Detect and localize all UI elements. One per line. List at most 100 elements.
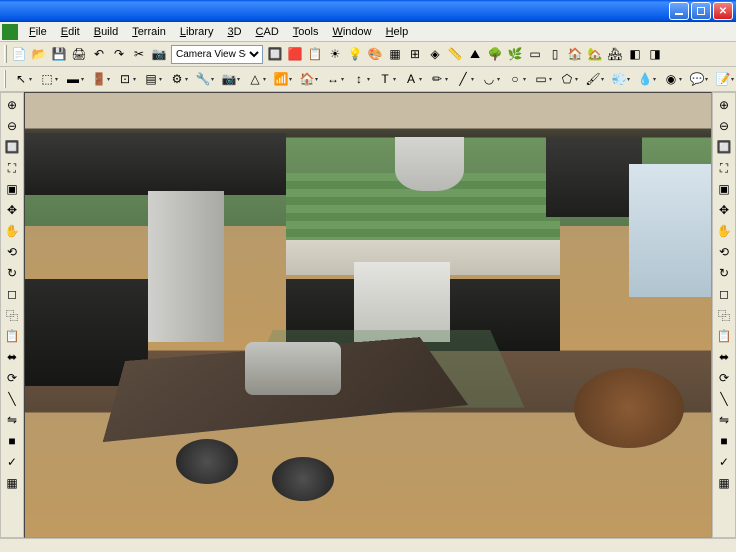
text-icon[interactable]: T <box>372 69 398 89</box>
menu-window[interactable]: Window <box>325 24 378 40</box>
copy2-icon[interactable]: ⿻ <box>714 305 734 325</box>
sun-icon[interactable]: ☀ <box>325 44 345 64</box>
house-icon[interactable]: 🏠 <box>565 44 585 64</box>
circle-icon[interactable]: ○ <box>502 69 528 89</box>
eyedrop-icon[interactable]: 💧 <box>632 69 658 89</box>
grid-icon[interactable]: ⊞ <box>405 44 425 64</box>
arc-icon[interactable]: ◡ <box>476 69 502 89</box>
fill-icon[interactable]: ▣ <box>2 179 22 199</box>
save-icon[interactable]: 💾 <box>49 44 69 64</box>
camera-icon[interactable]: 📷 <box>149 44 169 64</box>
new-file-icon[interactable]: 📄 <box>9 44 29 64</box>
house-icon[interactable]: 🏠 <box>294 69 320 89</box>
zoom-fit-icon[interactable]: ⛶ <box>714 158 734 178</box>
redo2-icon[interactable]: ↻ <box>2 263 22 283</box>
undo-icon[interactable]: ↶ <box>89 44 109 64</box>
apply-icon[interactable]: ✓ <box>714 452 734 472</box>
solid-fill-icon[interactable]: ■ <box>2 431 22 451</box>
door-icon[interactable]: 🚪 <box>86 69 112 89</box>
zoom-out-icon[interactable]: ⊖ <box>714 116 734 136</box>
menu-file[interactable]: File <box>22 24 54 40</box>
print-icon[interactable]: 🖨 <box>69 44 89 64</box>
view-front-icon[interactable]: ▭ <box>525 44 545 64</box>
zoom-window-icon[interactable]: 🔲 <box>2 137 22 157</box>
text2-icon[interactable]: A <box>398 69 424 89</box>
camera2-icon[interactable]: 📷 <box>216 69 242 89</box>
snap-icon[interactable]: ◈ <box>425 44 445 64</box>
dim-icon[interactable]: ↔ <box>320 69 346 89</box>
select-icon[interactable]: ⬚ <box>34 69 60 89</box>
pointer-icon[interactable]: ↖ <box>8 69 34 89</box>
open-file-icon[interactable]: 📂 <box>29 44 49 64</box>
fill-icon[interactable]: ▣ <box>714 179 734 199</box>
house3-icon[interactable]: 🏘 <box>605 44 625 64</box>
orbit-icon[interactable]: ⟲ <box>714 242 734 262</box>
picker-icon[interactable]: ◉ <box>658 69 684 89</box>
roof-icon[interactable]: △ <box>242 69 268 89</box>
line2-icon[interactable]: ╲ <box>714 389 734 409</box>
pencil-icon[interactable]: ✏ <box>424 69 450 89</box>
house2-icon[interactable]: 🏡 <box>585 44 605 64</box>
mirror2-icon[interactable]: ⇋ <box>714 410 734 430</box>
solid-fill-icon[interactable]: ■ <box>714 431 734 451</box>
arrows-icon[interactable]: ✥ <box>714 200 734 220</box>
pan-icon[interactable]: ✋ <box>714 221 734 241</box>
cube2-icon[interactable]: ◨ <box>645 44 665 64</box>
wall-icon[interactable]: ▬ <box>60 69 86 89</box>
minimize-button[interactable] <box>669 2 689 20</box>
move2-icon[interactable]: ⬌ <box>714 347 734 367</box>
menu-edit[interactable]: Edit <box>54 24 87 40</box>
cabinet-icon[interactable]: ▤ <box>138 69 164 89</box>
menu-help[interactable]: Help <box>379 24 416 40</box>
rotate2-icon[interactable]: ⟳ <box>2 368 22 388</box>
menu-library[interactable]: Library <box>173 24 221 40</box>
zoom-in-icon[interactable]: ⊕ <box>2 95 22 115</box>
zoom-out-icon[interactable]: ⊖ <box>2 116 22 136</box>
terrain-icon[interactable]: ⛰ <box>465 44 485 64</box>
callout-icon[interactable]: 💬 <box>684 69 710 89</box>
rotate2-icon[interactable]: ⟳ <box>714 368 734 388</box>
appliance-icon[interactable]: ⚙ <box>164 69 190 89</box>
texture-icon[interactable]: ▦ <box>385 44 405 64</box>
layers-icon[interactable]: 📋 <box>305 44 325 64</box>
pan-icon[interactable]: ✋ <box>2 221 22 241</box>
move2-icon[interactable]: ⬌ <box>2 347 22 367</box>
square2-icon[interactable]: ◻ <box>714 284 734 304</box>
note-icon[interactable]: 📝 <box>710 69 736 89</box>
viewport-3d[interactable] <box>24 92 712 538</box>
paste2-icon[interactable]: 📋 <box>714 326 734 346</box>
tree-icon[interactable]: 🌳 <box>485 44 505 64</box>
redo2-icon[interactable]: ↻ <box>714 263 734 283</box>
spray-icon[interactable]: 💨 <box>606 69 632 89</box>
close-button[interactable]: ✕ <box>713 2 733 20</box>
zoom-window-icon[interactable]: 🔲 <box>714 137 734 157</box>
color-icon[interactable]: 🟥 <box>285 44 305 64</box>
window-icon[interactable]: ⊡ <box>112 69 138 89</box>
light-icon[interactable]: 💡 <box>345 44 365 64</box>
redo-icon[interactable]: ↷ <box>109 44 129 64</box>
line-icon[interactable]: ╱ <box>450 69 476 89</box>
dim2-icon[interactable]: ↕ <box>346 69 372 89</box>
material-icon[interactable]: 🎨 <box>365 44 385 64</box>
apply-icon[interactable]: ✓ <box>2 452 22 472</box>
mirror2-icon[interactable]: ⇋ <box>2 410 22 430</box>
menu-cad[interactable]: CAD <box>249 24 286 40</box>
stairs-icon[interactable]: 📶 <box>268 69 294 89</box>
menu-build[interactable]: Build <box>87 24 125 40</box>
view-side-icon[interactable]: ▯ <box>545 44 565 64</box>
grid-tool-icon[interactable]: ▦ <box>714 473 734 493</box>
poly-icon[interactable]: ⬠ <box>554 69 580 89</box>
grid-tool-icon[interactable]: ▦ <box>2 473 22 493</box>
cube-icon[interactable]: ◧ <box>625 44 645 64</box>
camera-view-select[interactable]: Camera View Set <box>171 45 263 64</box>
line2-icon[interactable]: ╲ <box>2 389 22 409</box>
render-icon[interactable]: 🔲 <box>265 44 285 64</box>
menu-3d[interactable]: 3D <box>220 24 248 40</box>
copy2-icon[interactable]: ⿻ <box>2 305 22 325</box>
square2-icon[interactable]: ◻ <box>2 284 22 304</box>
rect-icon[interactable]: ▭ <box>528 69 554 89</box>
zoom-fit-icon[interactable]: ⛶ <box>2 158 22 178</box>
cut-icon[interactable]: ✂ <box>129 44 149 64</box>
maximize-button[interactable] <box>691 2 711 20</box>
menu-terrain[interactable]: Terrain <box>125 24 173 40</box>
